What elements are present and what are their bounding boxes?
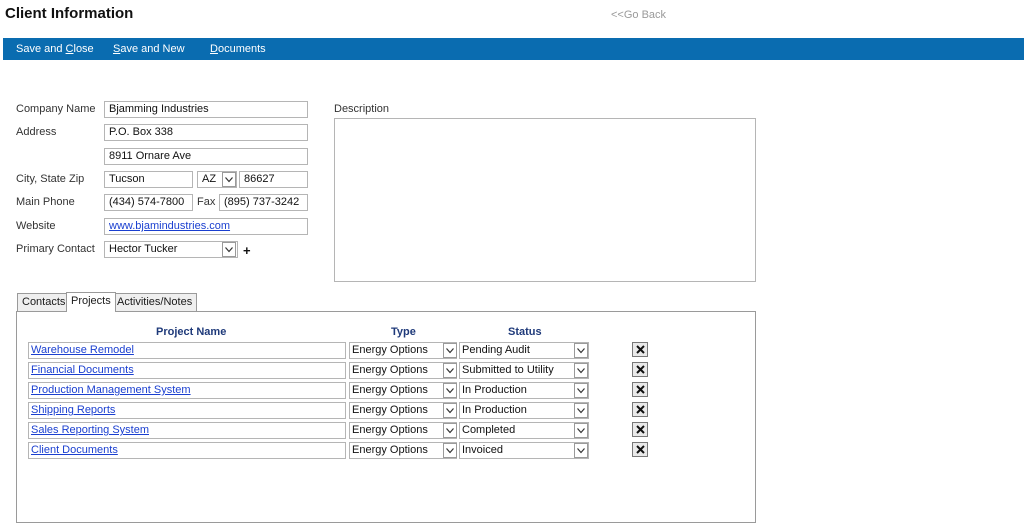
chevron-down-icon [446, 388, 454, 394]
delete-project-button[interactable] [632, 362, 648, 377]
description-textarea[interactable] [334, 118, 756, 282]
delete-project-button[interactable] [632, 342, 648, 357]
project-type-select[interactable]: Energy Options [349, 362, 457, 379]
company-name-input[interactable]: Bjamming Industries [104, 101, 308, 118]
toolbar: Save and Close Save and New Documents [3, 38, 1024, 60]
chevron-down-icon [446, 348, 454, 354]
chevron-down-icon [446, 408, 454, 414]
address-label: Address [16, 126, 57, 138]
fax-input[interactable]: (895) 737-3242 [219, 194, 308, 211]
project-name-header: Project Name [156, 326, 227, 338]
save-and-new-button[interactable]: Save and New [113, 43, 185, 55]
chevron-down-icon [225, 177, 233, 183]
delete-project-button[interactable] [632, 382, 648, 397]
chevron-down-icon [446, 428, 454, 434]
project-type-select[interactable]: Energy Options [349, 382, 457, 399]
fax-label: Fax [197, 196, 216, 208]
address-line1-input[interactable]: P.O. Box 338 [104, 124, 308, 141]
primary-contact-label: Primary Contact [16, 243, 95, 255]
chevron-down-icon [577, 428, 585, 434]
city-input[interactable]: Tucson [104, 171, 193, 188]
type-dropdown-button[interactable] [443, 363, 457, 378]
project-type-select[interactable]: Energy Options [349, 342, 457, 359]
delete-project-button[interactable] [632, 422, 648, 437]
project-name-link[interactable]: Client Documents [28, 442, 346, 459]
zip-input[interactable]: 86627 [239, 171, 308, 188]
close-icon [636, 345, 645, 354]
project-type-select[interactable]: Energy Options [349, 402, 457, 419]
project-name-link[interactable]: Production Management System [28, 382, 346, 399]
main-phone-label: Main Phone [16, 196, 75, 208]
close-icon [636, 445, 645, 454]
chevron-down-icon [225, 247, 233, 253]
type-dropdown-button[interactable] [443, 343, 457, 358]
chevron-down-icon [577, 348, 585, 354]
website-label: Website [16, 220, 56, 232]
type-header: Type [391, 326, 416, 338]
status-header: Status [508, 326, 542, 338]
add-contact-button[interactable]: + [243, 243, 251, 258]
state-dropdown-button[interactable] [222, 172, 236, 187]
status-dropdown-button[interactable] [574, 363, 588, 378]
status-dropdown-button[interactable] [574, 383, 588, 398]
project-type-select[interactable]: Energy Options [349, 422, 457, 439]
save-and-close-button[interactable]: Save and Close [16, 43, 94, 55]
project-status-select[interactable]: Pending Audit [459, 342, 589, 359]
project-name-link[interactable]: Financial Documents [28, 362, 346, 379]
chevron-down-icon [577, 388, 585, 394]
type-dropdown-button[interactable] [443, 403, 457, 418]
project-type-select[interactable]: Energy Options [349, 442, 457, 459]
chevron-down-icon [446, 448, 454, 454]
project-name-link[interactable]: Shipping Reports [28, 402, 346, 419]
close-icon [636, 425, 645, 434]
delete-project-button[interactable] [632, 402, 648, 417]
project-status-select[interactable]: Completed [459, 422, 589, 439]
page-title: Client Information [5, 5, 134, 22]
primary-contact-dropdown-button[interactable] [222, 242, 236, 257]
tab-activities-notes[interactable]: Activities/Notes [112, 293, 198, 311]
status-dropdown-button[interactable] [574, 343, 588, 358]
close-icon [636, 405, 645, 414]
project-name-link[interactable]: Warehouse Remodel [28, 342, 346, 359]
project-name-link[interactable]: Sales Reporting System [28, 422, 346, 439]
address-line2-input[interactable]: 8911 Ornare Ave [104, 148, 308, 165]
description-label: Description [334, 103, 390, 115]
close-icon [636, 365, 645, 374]
close-icon [636, 385, 645, 394]
project-status-select[interactable]: Invoiced [459, 442, 589, 459]
project-status-select[interactable]: Submitted to Utility [459, 362, 589, 379]
project-status-select[interactable]: In Production [459, 382, 589, 399]
company-name-label: Company Name [16, 103, 96, 115]
chevron-down-icon [577, 408, 585, 414]
delete-project-button[interactable] [632, 442, 648, 457]
type-dropdown-button[interactable] [443, 423, 457, 438]
documents-button[interactable]: Documents [210, 43, 266, 55]
website-input[interactable]: www.bjamindustries.com [104, 218, 308, 235]
type-dropdown-button[interactable] [443, 383, 457, 398]
chevron-down-icon [577, 368, 585, 374]
tab-contacts[interactable]: Contacts [17, 293, 71, 311]
tab-projects[interactable]: Projects [66, 292, 116, 312]
primary-contact-select[interactable]: Hector Tucker [104, 241, 238, 258]
main-phone-input[interactable]: (434) 574-7800 [104, 194, 193, 211]
type-dropdown-button[interactable] [443, 443, 457, 458]
status-dropdown-button[interactable] [574, 443, 588, 458]
status-dropdown-button[interactable] [574, 403, 588, 418]
project-status-select[interactable]: In Production [459, 402, 589, 419]
status-dropdown-button[interactable] [574, 423, 588, 438]
go-back-link[interactable]: <<Go Back [611, 9, 666, 21]
city-state-zip-label: City, State Zip [16, 173, 85, 185]
chevron-down-icon [577, 448, 585, 454]
chevron-down-icon [446, 368, 454, 374]
